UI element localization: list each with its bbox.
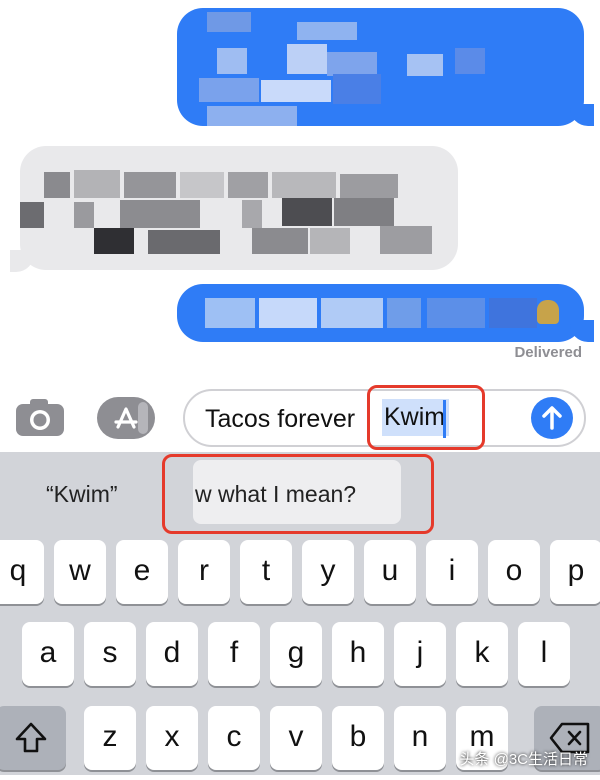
pixelation-block [217, 48, 247, 74]
camera-button[interactable] [14, 396, 66, 438]
outgoing-message-bubble[interactable] [177, 284, 584, 342]
key-l[interactable]: l [518, 622, 570, 686]
key-b[interactable]: b [332, 706, 384, 770]
key-e[interactable]: e [116, 540, 168, 604]
key-n[interactable]: n [394, 706, 446, 770]
pixelation-block [427, 298, 485, 328]
annotation-box-word [367, 385, 485, 450]
key-t[interactable]: t [240, 540, 292, 604]
key-g[interactable]: g [270, 622, 322, 686]
pixelation-block [321, 298, 383, 328]
key-v[interactable]: v [270, 706, 322, 770]
pixelation-block [259, 298, 317, 328]
pixelation-block [272, 172, 336, 198]
bubble-tail [570, 320, 594, 342]
app-store-icon [97, 397, 155, 439]
key-a[interactable]: a [22, 622, 74, 686]
pixelation-block [327, 52, 377, 76]
pixelation-block [207, 106, 297, 126]
camera-icon [16, 399, 64, 436]
key-d[interactable]: d [146, 622, 198, 686]
pixelation-block [407, 54, 443, 76]
key-i[interactable]: i [426, 540, 478, 604]
pixelation-block [489, 298, 537, 328]
outgoing-message-bubble[interactable] [177, 8, 584, 126]
pixelation-block [20, 202, 44, 228]
pixelation-block [242, 200, 262, 228]
app-store-button[interactable] [96, 396, 156, 440]
key-k[interactable]: k [456, 622, 508, 686]
key-s[interactable]: s [84, 622, 136, 686]
pixelation-block [261, 80, 331, 102]
pixelation-block [74, 170, 120, 198]
key-f[interactable]: f [208, 622, 260, 686]
pixelation-block [297, 22, 357, 40]
pixelation-block [340, 174, 398, 198]
pixelation-block [228, 172, 268, 198]
key-o[interactable]: o [488, 540, 540, 604]
key-j[interactable]: j [394, 622, 446, 686]
pixelation-block [148, 230, 220, 254]
pixelation-block [124, 172, 176, 198]
pixelation-block [334, 198, 394, 226]
pixelation-block [252, 228, 308, 254]
key-w[interactable]: w [54, 540, 106, 604]
key-x[interactable]: x [146, 706, 198, 770]
pixelation-block [74, 202, 94, 228]
key-r[interactable]: r [178, 540, 230, 604]
key-h[interactable]: h [332, 622, 384, 686]
shift-icon [15, 722, 47, 753]
pixelation-block [282, 198, 332, 226]
arrow-up-icon [542, 406, 562, 430]
pixelation-block [287, 44, 327, 74]
watermark: 头条 @3C生活日常 [459, 751, 588, 768]
pixelation-block [205, 298, 255, 328]
pixelation-block [380, 226, 432, 254]
key-q[interactable]: q [0, 540, 44, 604]
pixelation-block [120, 200, 200, 228]
pixelation-block [207, 12, 251, 32]
pixelation-block [180, 172, 224, 198]
delivered-status: Delivered [514, 344, 582, 361]
key-z[interactable]: z [84, 706, 136, 770]
bubble-tail [570, 104, 594, 126]
incoming-message-bubble[interactable] [20, 146, 458, 270]
send-button[interactable] [531, 397, 573, 439]
key-c[interactable]: c [208, 706, 260, 770]
pixelation-block [44, 172, 70, 198]
annotation-box-suggestion [162, 454, 434, 534]
key-u[interactable]: u [364, 540, 416, 604]
shift-key[interactable] [0, 706, 66, 770]
pixelation-block [455, 48, 485, 74]
pixelation-block [199, 78, 259, 102]
pixelation-block [333, 74, 381, 104]
key-y[interactable]: y [302, 540, 354, 604]
pixelation-block [387, 298, 421, 328]
key-p[interactable]: p [550, 540, 600, 604]
bubble-tail [10, 250, 34, 272]
message-input-text: Tacos forever [205, 405, 356, 433]
pixelation-block [310, 228, 350, 254]
suggestion-left[interactable]: “Kwim” [46, 481, 118, 508]
pixelation-block [94, 228, 134, 254]
pixelation-block [537, 300, 559, 324]
